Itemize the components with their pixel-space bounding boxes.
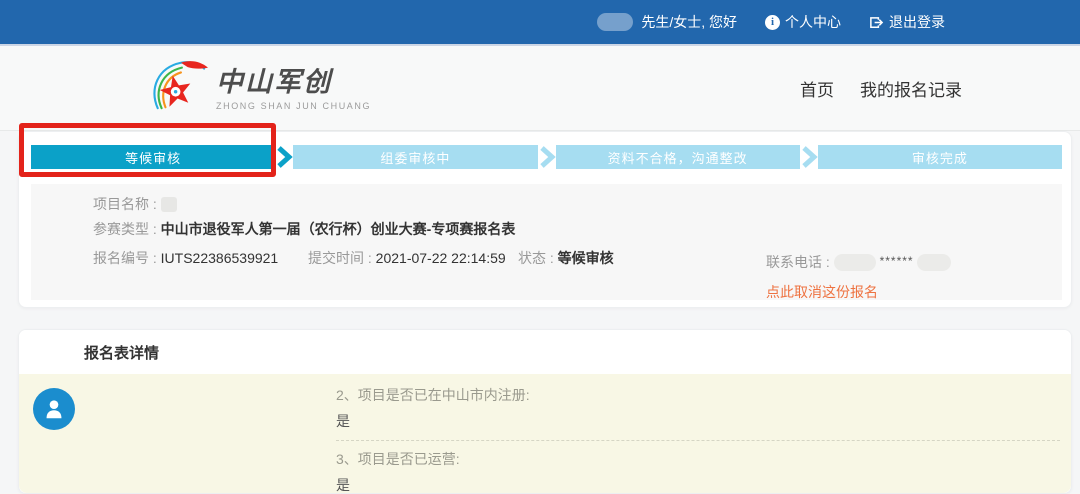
registration-details: 项目名称 : 参赛类型 : 中山市退役军人第一届（农行杯）创业大赛-专项赛报名表… [31,184,1062,300]
entry-type-value: 中山市退役军人第一届（农行杯）创业大赛-专项赛报名表 [161,221,516,237]
redacted-project-name [161,197,177,212]
status-value: 等候审核 [558,250,614,266]
dashed-divider [336,440,1060,441]
greeting-text: 先生/女士, 您好 [641,12,737,32]
person-icon [41,396,67,422]
question-answer: 是 [336,477,1060,493]
phone-masked: ****** [880,254,914,268]
chevron-right-icon [275,145,293,169]
logo-text: 中山军创 ZHONG SHAN JUN CHUANG [216,60,371,111]
personal-center-link[interactable]: i 个人中心 [765,12,841,32]
redacted-phone-prefix [834,254,876,271]
entry-type-label: 参赛类型 : [93,221,157,237]
submit-time-label: 提交时间 : [308,250,372,266]
project-name-label: 项目名称 : [93,196,157,212]
registration-meta-row: 报名编号 : IUTS22386539921 提交时间 : 2021-07-22… [93,248,1048,302]
form-details-panel: 报名表详情 2、项目是否已在中山市内注册: 是 3、项目是否已运营: 是 [18,329,1072,494]
user-greeting: 先生/女士, 您好 [597,12,737,32]
step-committee-reviewing: 组委审核中 [293,145,537,169]
form-details-title: 报名表详情 [19,330,1071,374]
submit-time-cell: 提交时间 : 2021-07-22 22:14:59 [308,248,518,302]
reg-no-cell: 报名编号 : IUTS22386539921 [93,248,308,302]
logo-title: 中山军创 [216,60,371,99]
logo: 中山军创 ZHONG SHAN JUN CHUANG [148,56,371,114]
cancel-registration-link[interactable]: 点此取消这份报名 [766,282,951,302]
nav-item-home[interactable]: 首页 [800,76,834,101]
question-answer: 是 [336,413,1060,429]
personal-center-label: 个人中心 [785,12,841,32]
red-annotation-box [19,123,276,177]
form-details-body: 2、项目是否已在中山市内注册: 是 3、项目是否已运营: 是 [19,374,1071,493]
step-materials-rectify: 资料不合格，沟通整改 [556,145,800,169]
question-label: 2、项目是否已在中山市内注册: [336,387,1060,403]
status-cell: 状态 : 等候审核 [518,248,766,302]
applicant-avatar [33,388,75,430]
question-label: 3、项目是否已运营: [336,451,1060,467]
step-review-complete: 审核完成 [818,145,1062,169]
phone-row: 联系电话 : ****** [766,252,951,272]
status-label: 状态 : [518,250,554,266]
logout-label: 退出登录 [889,12,945,32]
site-header: 中山军创 ZHONG SHAN JUN CHUANG 首页 我的报名记录 [0,46,1080,131]
info-icon: i [765,15,780,30]
question-list: 2、项目是否已在中山市内注册: 是 3、项目是否已运营: 是 [336,374,1060,493]
chevron-right-icon [800,145,818,169]
main-nav: 首页 我的报名记录 [800,46,962,131]
phone-and-cancel: 联系电话 : ****** 点此取消这份报名 [766,252,951,302]
project-name-row: 项目名称 : [93,196,1048,213]
entry-type-row: 参赛类型 : 中山市退役军人第一届（农行杯）创业大赛-专项赛报名表 [93,221,1048,238]
logout-link[interactable]: 退出登录 [869,12,945,32]
logo-star-icon [148,56,210,114]
redacted-username [597,13,633,31]
chevron-right-icon [538,145,556,169]
reg-no-value: IUTS22386539921 [161,250,279,266]
logo-subtitle: ZHONG SHAN JUN CHUANG [216,101,371,111]
redacted-phone-suffix [917,254,951,271]
logout-icon [869,15,884,30]
reg-no-label: 报名编号 : [93,250,157,266]
submit-time-value: 2021-07-22 22:14:59 [376,250,506,266]
phone-label: 联系电话 : [766,254,830,270]
nav-item-my-records[interactable]: 我的报名记录 [860,76,962,101]
topbar: 先生/女士, 您好 i 个人中心 退出登录 [0,0,1080,46]
